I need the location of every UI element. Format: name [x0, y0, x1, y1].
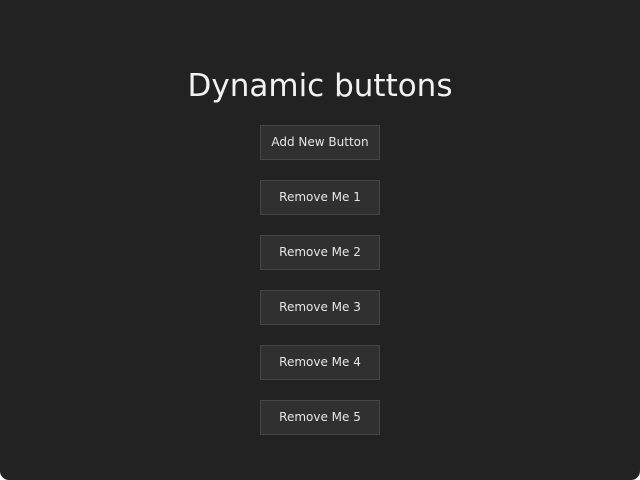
- page-title: Dynamic buttons: [187, 68, 453, 104]
- app-window: Dynamic buttons Add New Button Remove Me…: [0, 0, 640, 480]
- remove-button-5[interactable]: Remove Me 5: [260, 400, 380, 435]
- remove-button-2[interactable]: Remove Me 2: [260, 235, 380, 270]
- remove-button-1[interactable]: Remove Me 1: [260, 180, 380, 215]
- add-new-button[interactable]: Add New Button: [260, 125, 380, 160]
- remove-button-4[interactable]: Remove Me 4: [260, 345, 380, 380]
- remove-button-3[interactable]: Remove Me 3: [260, 290, 380, 325]
